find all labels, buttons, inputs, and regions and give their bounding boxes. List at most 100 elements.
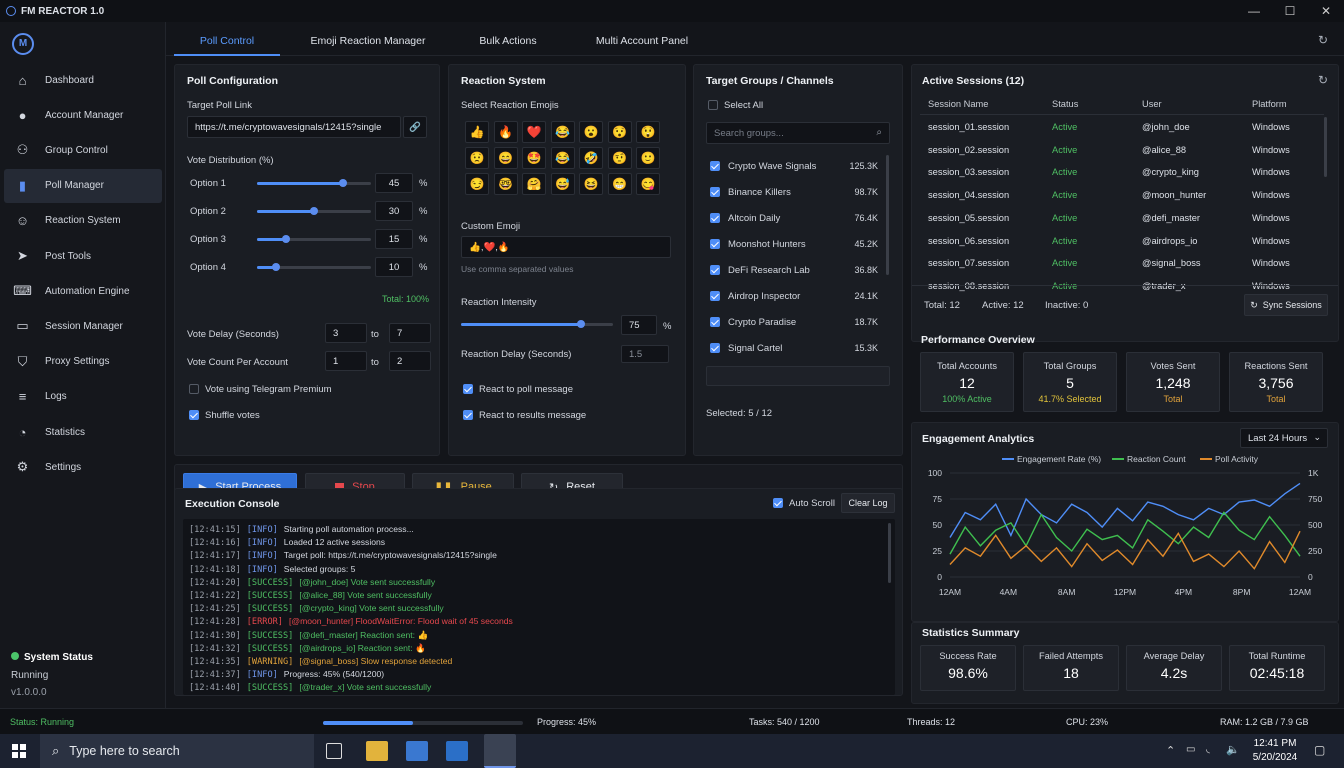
chevron-up-icon[interactable]: ⌃ [1166, 744, 1175, 757]
intensity-slider-handle[interactable] [577, 320, 585, 328]
tab-emoji-reaction-manager[interactable]: Emoji Reaction Manager [296, 22, 440, 56]
react-poll-checkbox[interactable] [463, 384, 473, 394]
taskbar-clock[interactable]: 12:41 PM 5/20/2024 [1248, 738, 1302, 763]
sync-sessions-button[interactable]: ↻ Sync Sessions [1244, 294, 1328, 316]
emoji-option[interactable]: 😄 [493, 147, 518, 169]
vote-count-from-input[interactable]: 1 [325, 351, 367, 371]
option-slider-handle[interactable] [338, 179, 347, 187]
emoji-option[interactable]: 😯 [607, 121, 632, 143]
vote-delay-from-input[interactable]: 3 [325, 323, 367, 343]
brand-logo-icon[interactable]: M [12, 33, 34, 55]
groups-load-more[interactable] [706, 366, 890, 386]
emoji-option[interactable]: 🤗 [522, 173, 546, 195]
session-row[interactable]: session_04.session Active @moon_hunter Wind… [920, 185, 1332, 207]
vote-delay-to-input[interactable]: 7 [389, 323, 431, 343]
option-value-input[interactable]: 45 [375, 173, 413, 193]
reaction-delay-input[interactable]: 1.5 [621, 345, 669, 363]
intensity-input[interactable]: 75 [621, 315, 657, 335]
emoji-option[interactable]: 😮 [579, 121, 603, 143]
group-checkbox[interactable] [710, 161, 720, 171]
shuffle-checkbox[interactable] [189, 410, 199, 420]
sidebar-item-session-manager[interactable]: ▭ Session Manager [4, 309, 162, 343]
sessions-refresh-icon[interactable]: ↻ [1318, 73, 1328, 87]
option-value-input[interactable]: 10 [375, 257, 413, 277]
sidebar-item-automation-engine[interactable]: ⌨ Automation Engine [4, 274, 162, 308]
group-checkbox[interactable] [710, 317, 720, 327]
emoji-option[interactable]: 🙂 [636, 147, 660, 169]
minimize-icon[interactable]: — [1236, 0, 1272, 22]
emoji-option[interactable]: 😅 [550, 173, 575, 195]
target-poll-input[interactable]: https://t.me/cryptowavesignals/12415?sin… [187, 116, 401, 138]
group-checkbox[interactable] [710, 265, 720, 275]
react-results-checkbox[interactable] [463, 410, 473, 420]
sidebar-item-settings[interactable]: ⚙ Settings [4, 450, 162, 484]
sidebar-item-reaction-system[interactable]: ☺ Reaction System [4, 204, 162, 238]
option-slider[interactable] [257, 235, 371, 243]
volume-icon[interactable]: 🔈 [1226, 743, 1240, 756]
select-all-checkbox[interactable] [708, 100, 718, 110]
notification-icon[interactable]: ▢ [1314, 743, 1325, 757]
groups-scrollbar[interactable] [886, 155, 889, 275]
option-slider-handle[interactable] [272, 263, 280, 271]
sidebar-item-dashboard[interactable]: ⌂ Dashboard [4, 63, 162, 97]
option-value-input[interactable]: 30 [375, 201, 413, 221]
option-slider[interactable] [257, 207, 371, 215]
sidebar-item-proxy-settings[interactable]: ⛉ Proxy Settings [4, 345, 162, 379]
emoji-option[interactable]: ❤️ [522, 121, 546, 143]
emoji-option[interactable]: 😂 [550, 121, 575, 143]
time-range-select[interactable]: Last 24 Hours ⌄ [1240, 428, 1328, 448]
group-checkbox[interactable] [710, 239, 720, 249]
group-search-input[interactable]: Search groups... ⌕ [706, 122, 890, 144]
custom-emoji-input[interactable]: 👍,❤️,🔥 [461, 236, 671, 258]
maximize-icon[interactable]: ☐ [1272, 0, 1308, 22]
mail-icon[interactable] [406, 741, 428, 761]
tab-poll-control[interactable]: Poll Control [174, 22, 280, 56]
group-checkbox[interactable] [710, 291, 720, 301]
option-value-input[interactable]: 15 [375, 229, 413, 249]
emoji-option[interactable]: 😏 [465, 173, 489, 195]
file-explorer-icon[interactable] [366, 741, 388, 761]
sidebar-item-logs[interactable]: ≡ Logs [4, 380, 162, 414]
console-scrollbar[interactable] [888, 523, 891, 583]
emoji-option[interactable]: 😲 [636, 121, 660, 143]
windows-start-icon[interactable] [12, 744, 26, 758]
outlook-icon[interactable] [446, 741, 468, 761]
session-row[interactable]: session_06.session Active @airdrops_io Wind… [920, 231, 1332, 253]
session-row[interactable]: session_01.session Active @john_doe Windows [920, 117, 1332, 139]
sidebar-item-statistics[interactable]: ◔ Statistics [4, 415, 162, 449]
emoji-option[interactable]: 🤨 [607, 147, 632, 169]
auto-scroll-checkbox[interactable] [773, 498, 783, 508]
tab-multi-account-panel[interactable]: Multi Account Panel [576, 22, 708, 56]
sessions-scrollbar[interactable] [1324, 117, 1327, 177]
emoji-option[interactable]: 😋 [636, 173, 660, 195]
emoji-option[interactable]: 👍 [465, 121, 489, 143]
emoji-option[interactable]: 😟 [465, 147, 489, 169]
refresh-icon[interactable]: ↻ [1318, 33, 1328, 47]
network-icon[interactable]: ▭ [1186, 744, 1195, 755]
task-view-icon[interactable] [326, 743, 342, 759]
sidebar-item-group-control[interactable]: ⚇ Group Control [4, 133, 162, 167]
emoji-option[interactable]: 🤓 [493, 173, 518, 195]
vote-count-to-input[interactable]: 2 [389, 351, 431, 371]
session-row[interactable]: session_05.session Active @defi_master Wind… [920, 208, 1332, 230]
emoji-option[interactable]: 😆 [579, 173, 603, 195]
fm-reactor-taskbar-icon[interactable] [484, 734, 516, 768]
taskbar-search[interactable]: ⌕ Type here to search [40, 734, 314, 768]
group-checkbox[interactable] [710, 213, 720, 223]
option-slider-handle[interactable] [310, 207, 318, 215]
sidebar-item-post-tools[interactable]: ➤ Post Tools [4, 239, 162, 273]
link-icon[interactable]: 🔗 [403, 116, 427, 138]
close-icon[interactable]: ✕ [1308, 0, 1344, 22]
session-row[interactable]: session_02.session Active @alice_88 Windows [920, 140, 1332, 162]
emoji-option[interactable]: 😂 [550, 147, 575, 169]
emoji-option[interactable]: 🤩 [522, 147, 546, 169]
wifi-icon[interactable]: ◟ [1206, 744, 1210, 755]
option-slider-handle[interactable] [281, 235, 290, 243]
session-row[interactable]: session_07.session Active @signal_boss Wind… [920, 253, 1332, 275]
emoji-option[interactable]: 🤣 [579, 147, 603, 169]
premium-checkbox[interactable] [189, 384, 199, 394]
sidebar-item-account-manager[interactable]: ● Account Manager [4, 98, 162, 132]
clear-log-button[interactable]: Clear Log [841, 493, 895, 513]
intensity-slider[interactable] [461, 320, 613, 328]
option-slider[interactable] [257, 263, 371, 271]
